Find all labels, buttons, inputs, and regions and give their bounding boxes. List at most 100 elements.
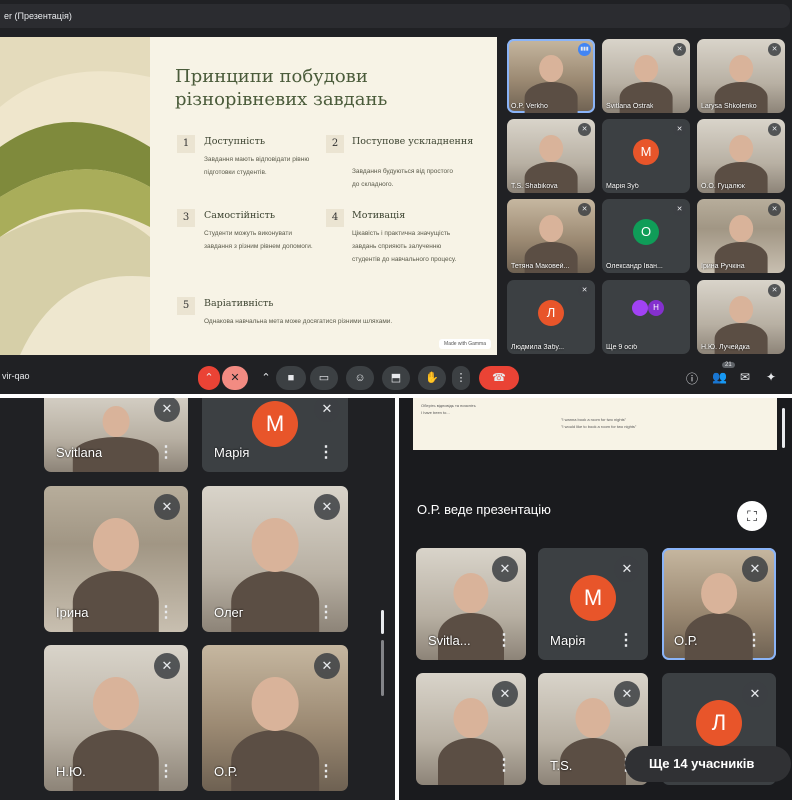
mic-off-icon: ✕: [614, 556, 640, 582]
preview-line: "I would like to book a room for two nig…: [561, 424, 637, 429]
people-icon[interactable]: 👥: [712, 370, 727, 384]
end-call-button[interactable]: ☎: [479, 366, 519, 390]
participant-name: Тетяна Маковей...: [511, 263, 570, 270]
participant-name: Марія Зуб: [606, 183, 639, 190]
participant-tile[interactable]: ✕ Svitla... ⋮: [416, 548, 526, 660]
point-number: 4: [326, 209, 344, 227]
participant-face: [634, 55, 658, 83]
scrollbar[interactable]: [782, 408, 785, 448]
participant-video: [72, 729, 160, 791]
avatar: [632, 300, 648, 316]
participant-tile[interactable]: ✕ ⋮: [416, 673, 526, 785]
raise-hand-icon[interactable]: ✋: [418, 366, 446, 390]
chat-icon[interactable]: ✉: [740, 370, 750, 384]
participant-name: О.Р.: [674, 633, 698, 648]
more-options-icon[interactable]: ⋮: [158, 761, 174, 781]
emoji-icon[interactable]: ☺: [346, 366, 374, 390]
present-icon[interactable]: ⬒: [382, 366, 410, 390]
participant-tile[interactable]: ✕ Larysa Shkolenko: [697, 39, 785, 113]
participant-tile[interactable]: ✕ О.Р. ⋮: [202, 645, 348, 791]
participant-tile[interactable]: ✕ О.О. Гуцалюк: [697, 119, 785, 193]
participant-face: [92, 518, 140, 572]
fullscreen-icon[interactable]: ⛶: [737, 501, 767, 531]
more-options-icon[interactable]: ⋮: [496, 755, 512, 775]
participant-face: [539, 215, 563, 243]
presenting-label: О.Р. веде презентацію: [417, 502, 551, 517]
participant-tile[interactable]: Н Ще 9 осіб: [602, 280, 690, 354]
captions-icon[interactable]: ▭: [310, 366, 338, 390]
camera-icon[interactable]: ■: [276, 366, 306, 390]
point-heading: Варіативність: [204, 298, 274, 309]
participant-name: Ірина: [56, 605, 89, 620]
more-options-icon[interactable]: ⋮: [158, 442, 174, 462]
participant-tile[interactable]: ✕ T.S. Shabikova: [507, 119, 595, 193]
participant-tile[interactable]: ✕ О.Р. ⋮: [662, 548, 776, 660]
more-options-icon[interactable]: ⋮: [158, 602, 174, 622]
mic-off-icon: ✕: [314, 494, 340, 520]
avatar: Л: [538, 300, 564, 326]
speaking-icon: ▮▮▮: [578, 43, 591, 56]
more-options-icon[interactable]: ⋮: [318, 442, 334, 462]
scrollbar[interactable]: [381, 610, 384, 634]
participant-tile[interactable]: Л ✕ Людмила Забу...: [507, 280, 595, 354]
participant-name: Людмила Забу...: [511, 344, 565, 351]
mic-off-icon: ✕: [742, 681, 768, 707]
activities-icon[interactable]: ✦: [766, 370, 776, 384]
more-options-icon[interactable]: ⋮: [496, 630, 512, 650]
participant-tile[interactable]: ✕ Ірина Ручкіна: [697, 199, 785, 273]
mic-off-icon: ✕: [578, 203, 591, 216]
participant-face: [102, 406, 130, 438]
mic-off-icon: ✕: [154, 653, 180, 679]
participant-tile[interactable]: О ✕ Олександр Іван...: [602, 199, 690, 273]
participant-name: Svitla...: [428, 633, 471, 648]
more-options-icon[interactable]: ⋮: [618, 630, 634, 650]
mic-off-icon: ✕: [742, 556, 768, 582]
participant-name: Larysa Shkolenko: [701, 103, 757, 110]
participant-name: T.S. Shabikova: [511, 183, 558, 190]
participant-tile[interactable]: ✕ Олег ⋮: [202, 486, 348, 632]
participant-tile[interactable]: ✕ Svitlana Ostrak: [602, 39, 690, 113]
participant-name: T.S.: [550, 758, 573, 773]
mic-options-button[interactable]: ⌃: [198, 366, 220, 390]
participant-name: Марія: [214, 445, 250, 460]
more-participants-button[interactable]: Ще 14 учасників: [625, 746, 791, 782]
mic-off-icon: ✕: [578, 284, 591, 297]
avatar: Л: [696, 700, 742, 746]
point-heading: Мотивація: [352, 210, 406, 221]
mic-off-icon: ✕: [314, 653, 340, 679]
participant-face: [575, 697, 611, 739]
more-options-icon[interactable]: ⋮: [746, 630, 762, 650]
point-heading: Поступове ускладнення: [352, 136, 474, 147]
more-options-icon[interactable]: ⋮: [452, 366, 470, 390]
cam-options-button[interactable]: ⌃: [256, 366, 276, 390]
participant-name: О.О. Гуцалюк: [701, 183, 745, 190]
mic-off-icon: ✕: [768, 203, 781, 216]
participant-face: [251, 677, 299, 731]
preview-line: "I wanna book a room for two nights": [561, 417, 627, 422]
participant-tile[interactable]: ✕ Тетяна Маковей...: [507, 199, 595, 273]
more-options-icon[interactable]: ⋮: [318, 761, 334, 781]
info-icon[interactable]: ⓘ: [686, 370, 698, 387]
participant-tile[interactable]: ✕ Svitlana ⋮: [44, 398, 188, 472]
avatar: О: [633, 219, 659, 245]
avatar: М: [570, 575, 616, 621]
participant-tile[interactable]: ✕ Н.Ю. ⋮: [44, 645, 188, 791]
avatar: М: [252, 401, 298, 447]
scrollbar-track: [381, 640, 384, 696]
more-options-icon[interactable]: ⋮: [318, 602, 334, 622]
participant-tile[interactable]: ✕ Н.Ю. Лучейдка: [697, 280, 785, 354]
participant-tile[interactable]: ▮▮▮ O.P. Verkho: [507, 39, 595, 113]
participant-tile[interactable]: ✕ Ірина ⋮: [44, 486, 188, 632]
participant-tile[interactable]: М ✕ Марія Зуб: [602, 119, 690, 193]
mic-off-icon[interactable]: ✕: [222, 366, 248, 390]
participant-face: [701, 572, 737, 614]
participant-face: [539, 55, 563, 83]
slide-decoration: [0, 37, 150, 355]
participant-video: [231, 570, 319, 632]
mic-off-icon: ✕: [768, 123, 781, 136]
participant-name: Марія: [550, 633, 586, 648]
participant-tile[interactable]: М ✕ Марія ⋮: [538, 548, 648, 660]
participant-tile[interactable]: М ✕ Марія ⋮: [202, 398, 348, 472]
participant-name: Ще 9 осіб: [606, 344, 638, 351]
participant-face: [453, 572, 489, 614]
